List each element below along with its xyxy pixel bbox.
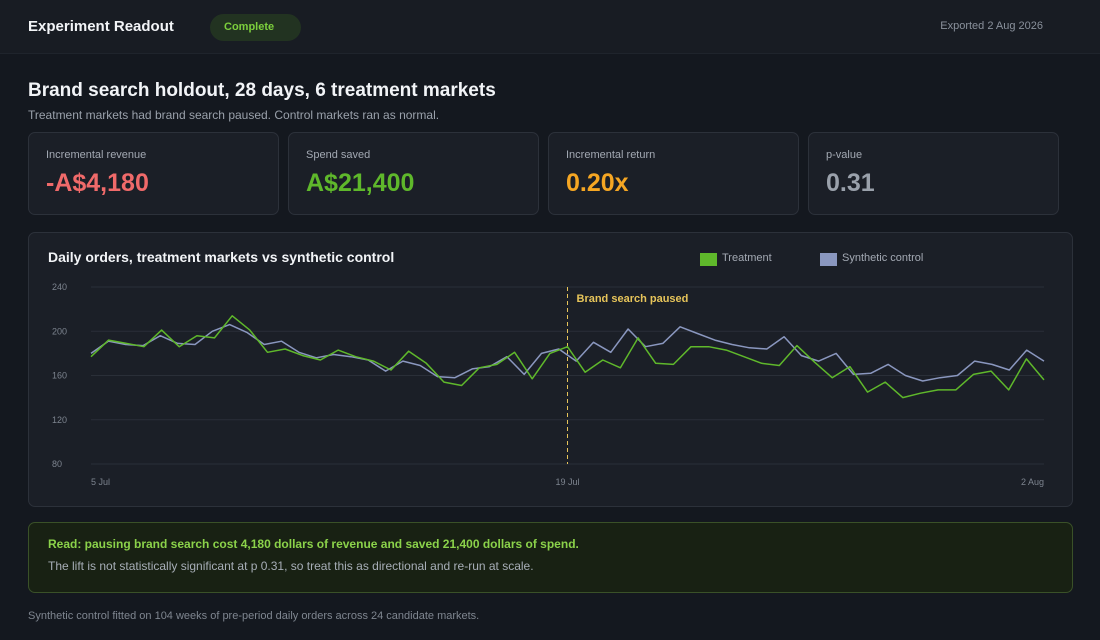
footnote: Synthetic control fitted on 104 weeks of…: [28, 610, 480, 622]
x-tick-label: 19 Jul: [555, 477, 579, 487]
kpi-label: Spend saved: [306, 149, 371, 161]
kpi-card-p-value: p-value 0.31: [808, 132, 1059, 215]
kpi-label: Incremental revenue: [46, 149, 147, 161]
page-subtitle: Treatment markets had brand search pause…: [28, 108, 440, 122]
callout-headline: Read: pausing brand search cost 4,180 do…: [48, 537, 579, 551]
kpi-card-incremental-return: Incremental return 0.20x: [548, 132, 799, 215]
y-tick-label: 200: [52, 326, 67, 336]
kpi-value: A$21,400: [306, 169, 415, 197]
callout-body: The lift is not statistically significan…: [48, 559, 534, 573]
legend-swatch-treatment: [700, 253, 717, 266]
y-tick-label: 240: [52, 282, 67, 292]
kpi-value: -A$4,180: [46, 169, 149, 197]
page-title: Brand search holdout, 28 days, 6 treatme…: [28, 80, 496, 101]
legend-label: Treatment: [722, 252, 772, 264]
app-title: Experiment Readout: [28, 18, 174, 35]
chart-card: 80 120 160 200 240 5 Jul 19 Jul 2 Aug Brand sear…: [28, 232, 1073, 507]
insight-callout: Read: pausing brand search cost 4,180 do…: [28, 522, 1073, 593]
intervention-label: Brand search paused: [577, 293, 689, 305]
export-date: Exported 2 Aug 2026: [940, 20, 1043, 32]
chart-title: Daily orders, treatment markets vs synth…: [48, 249, 395, 265]
y-tick-label: 120: [52, 415, 67, 425]
y-tick-label: 80: [52, 459, 62, 469]
x-tick-label: 5 Jul: [91, 477, 110, 487]
kpi-label: p-value: [826, 149, 863, 161]
y-tick-label: 160: [52, 371, 67, 381]
legend-swatch-control: [820, 253, 837, 266]
kpi-label: Incremental return: [566, 149, 656, 161]
x-tick-label: 2 Aug: [1021, 477, 1044, 487]
orders-line-chart: 80 120 160 200 240 5 Jul 19 Jul 2 Aug Brand sear…: [52, 282, 1045, 487]
legend-label: Synthetic control: [842, 252, 924, 264]
kpi-value: 0.31: [826, 169, 875, 197]
kpi-card-spend-saved: Spend saved A$21,400: [288, 132, 539, 215]
kpi-value: 0.20x: [566, 169, 629, 197]
status-badge: Complete: [210, 14, 301, 41]
top-bar: Experiment Readout Complete Exported 2 A…: [0, 0, 1100, 54]
kpi-card-incremental-revenue: Incremental revenue -A$4,180: [28, 132, 279, 215]
